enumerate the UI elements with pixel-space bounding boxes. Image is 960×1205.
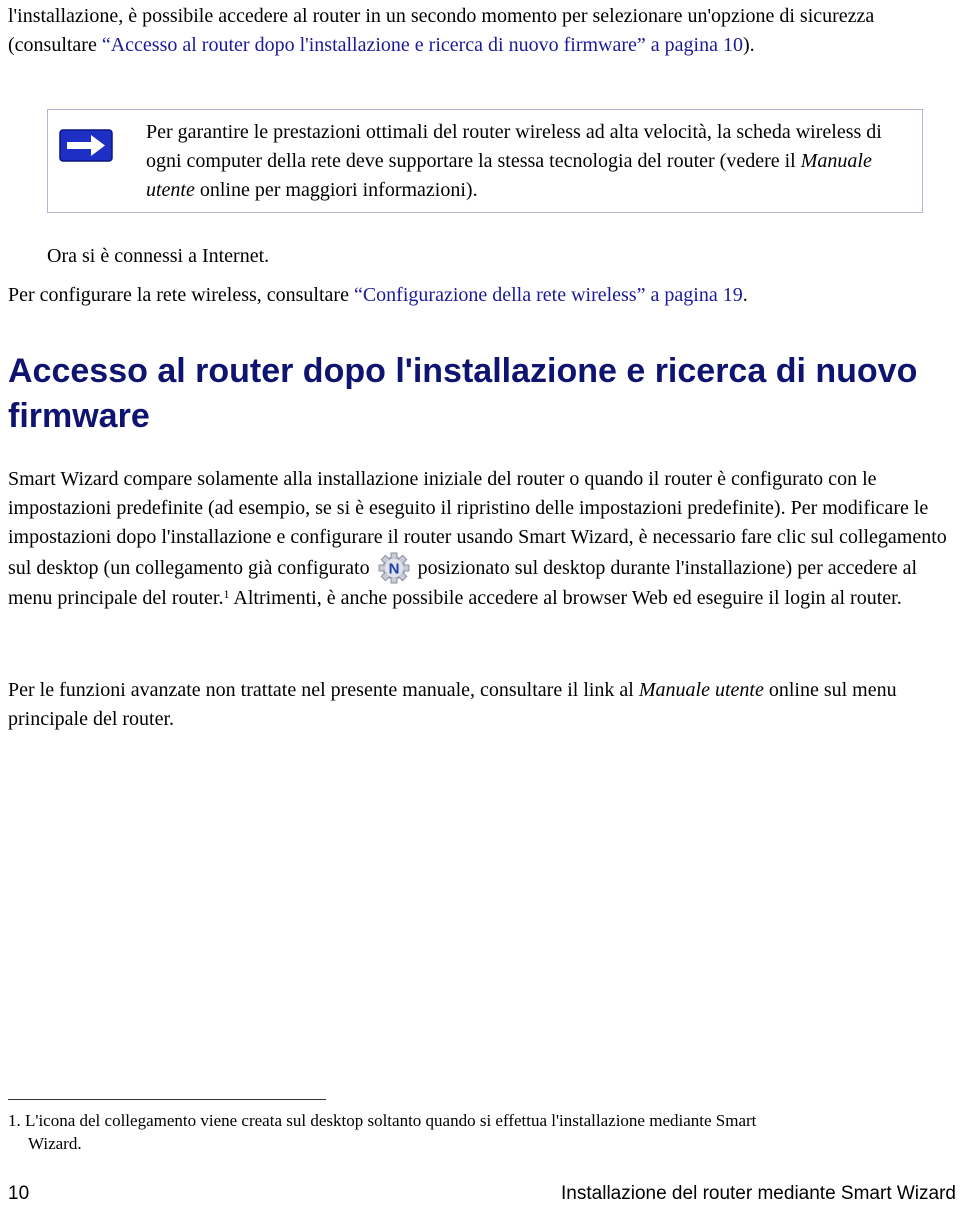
arrow-right-icon <box>59 129 113 162</box>
advanced-text: Per le funzioni avanzate non trattate ne… <box>8 679 639 701</box>
footnote-text-cont: Wizard. <box>28 1134 82 1153</box>
chapter-title: Installazione del router mediante Smart … <box>561 1183 956 1204</box>
note-text-part: Per garantire le prestazioni ottimali de… <box>146 121 882 172</box>
note-box: Per garantire le prestazioni ottimali de… <box>47 109 923 213</box>
page-number: 10 <box>8 1183 30 1204</box>
wireless-text: Per configurare la rete wireless, consul… <box>8 284 354 306</box>
intro-text-end: ). <box>742 34 755 56</box>
intro-paragraph: l'installazione, è possibile accedere al… <box>8 2 958 60</box>
cross-reference-link-access-router[interactable]: “Accesso al router dopo l'installazione … <box>102 34 743 56</box>
note-text: Per garantire le prestazioni ottimali de… <box>146 118 916 205</box>
advanced-italic-manual: Manuale utente <box>638 679 764 701</box>
section-heading: Accesso al router dopo l'installazione e… <box>8 352 918 435</box>
svg-text:N: N <box>388 561 399 578</box>
smart-wizard-paragraph: Smart Wizard compare solamente alla inst… <box>8 465 958 613</box>
note-text-end: online per maggiori informazioni). <box>194 179 478 201</box>
footnote-text: L'icona del collegamento viene creata su… <box>20 1111 757 1130</box>
footnote-divider <box>8 1099 326 1100</box>
advanced-paragraph: Per le funzioni avanzate non trattate ne… <box>8 676 958 734</box>
footnote: 1. L'icona del collegamento viene creata… <box>8 1109 948 1155</box>
smart-wizard-text-end: Altrimenti, è anche possibile accedere a… <box>229 587 902 609</box>
wireless-text-end: . <box>742 284 748 306</box>
connected-text: Ora si è connessi a Internet. <box>47 245 270 267</box>
cross-reference-link-wireless-config[interactable]: “Configurazione della rete wireless” a p… <box>354 284 743 306</box>
footnote-number: 1. <box>8 1111 21 1130</box>
netgear-gear-icon: N <box>378 552 410 584</box>
wireless-paragraph: Per configurare la rete wireless, consul… <box>8 281 748 310</box>
